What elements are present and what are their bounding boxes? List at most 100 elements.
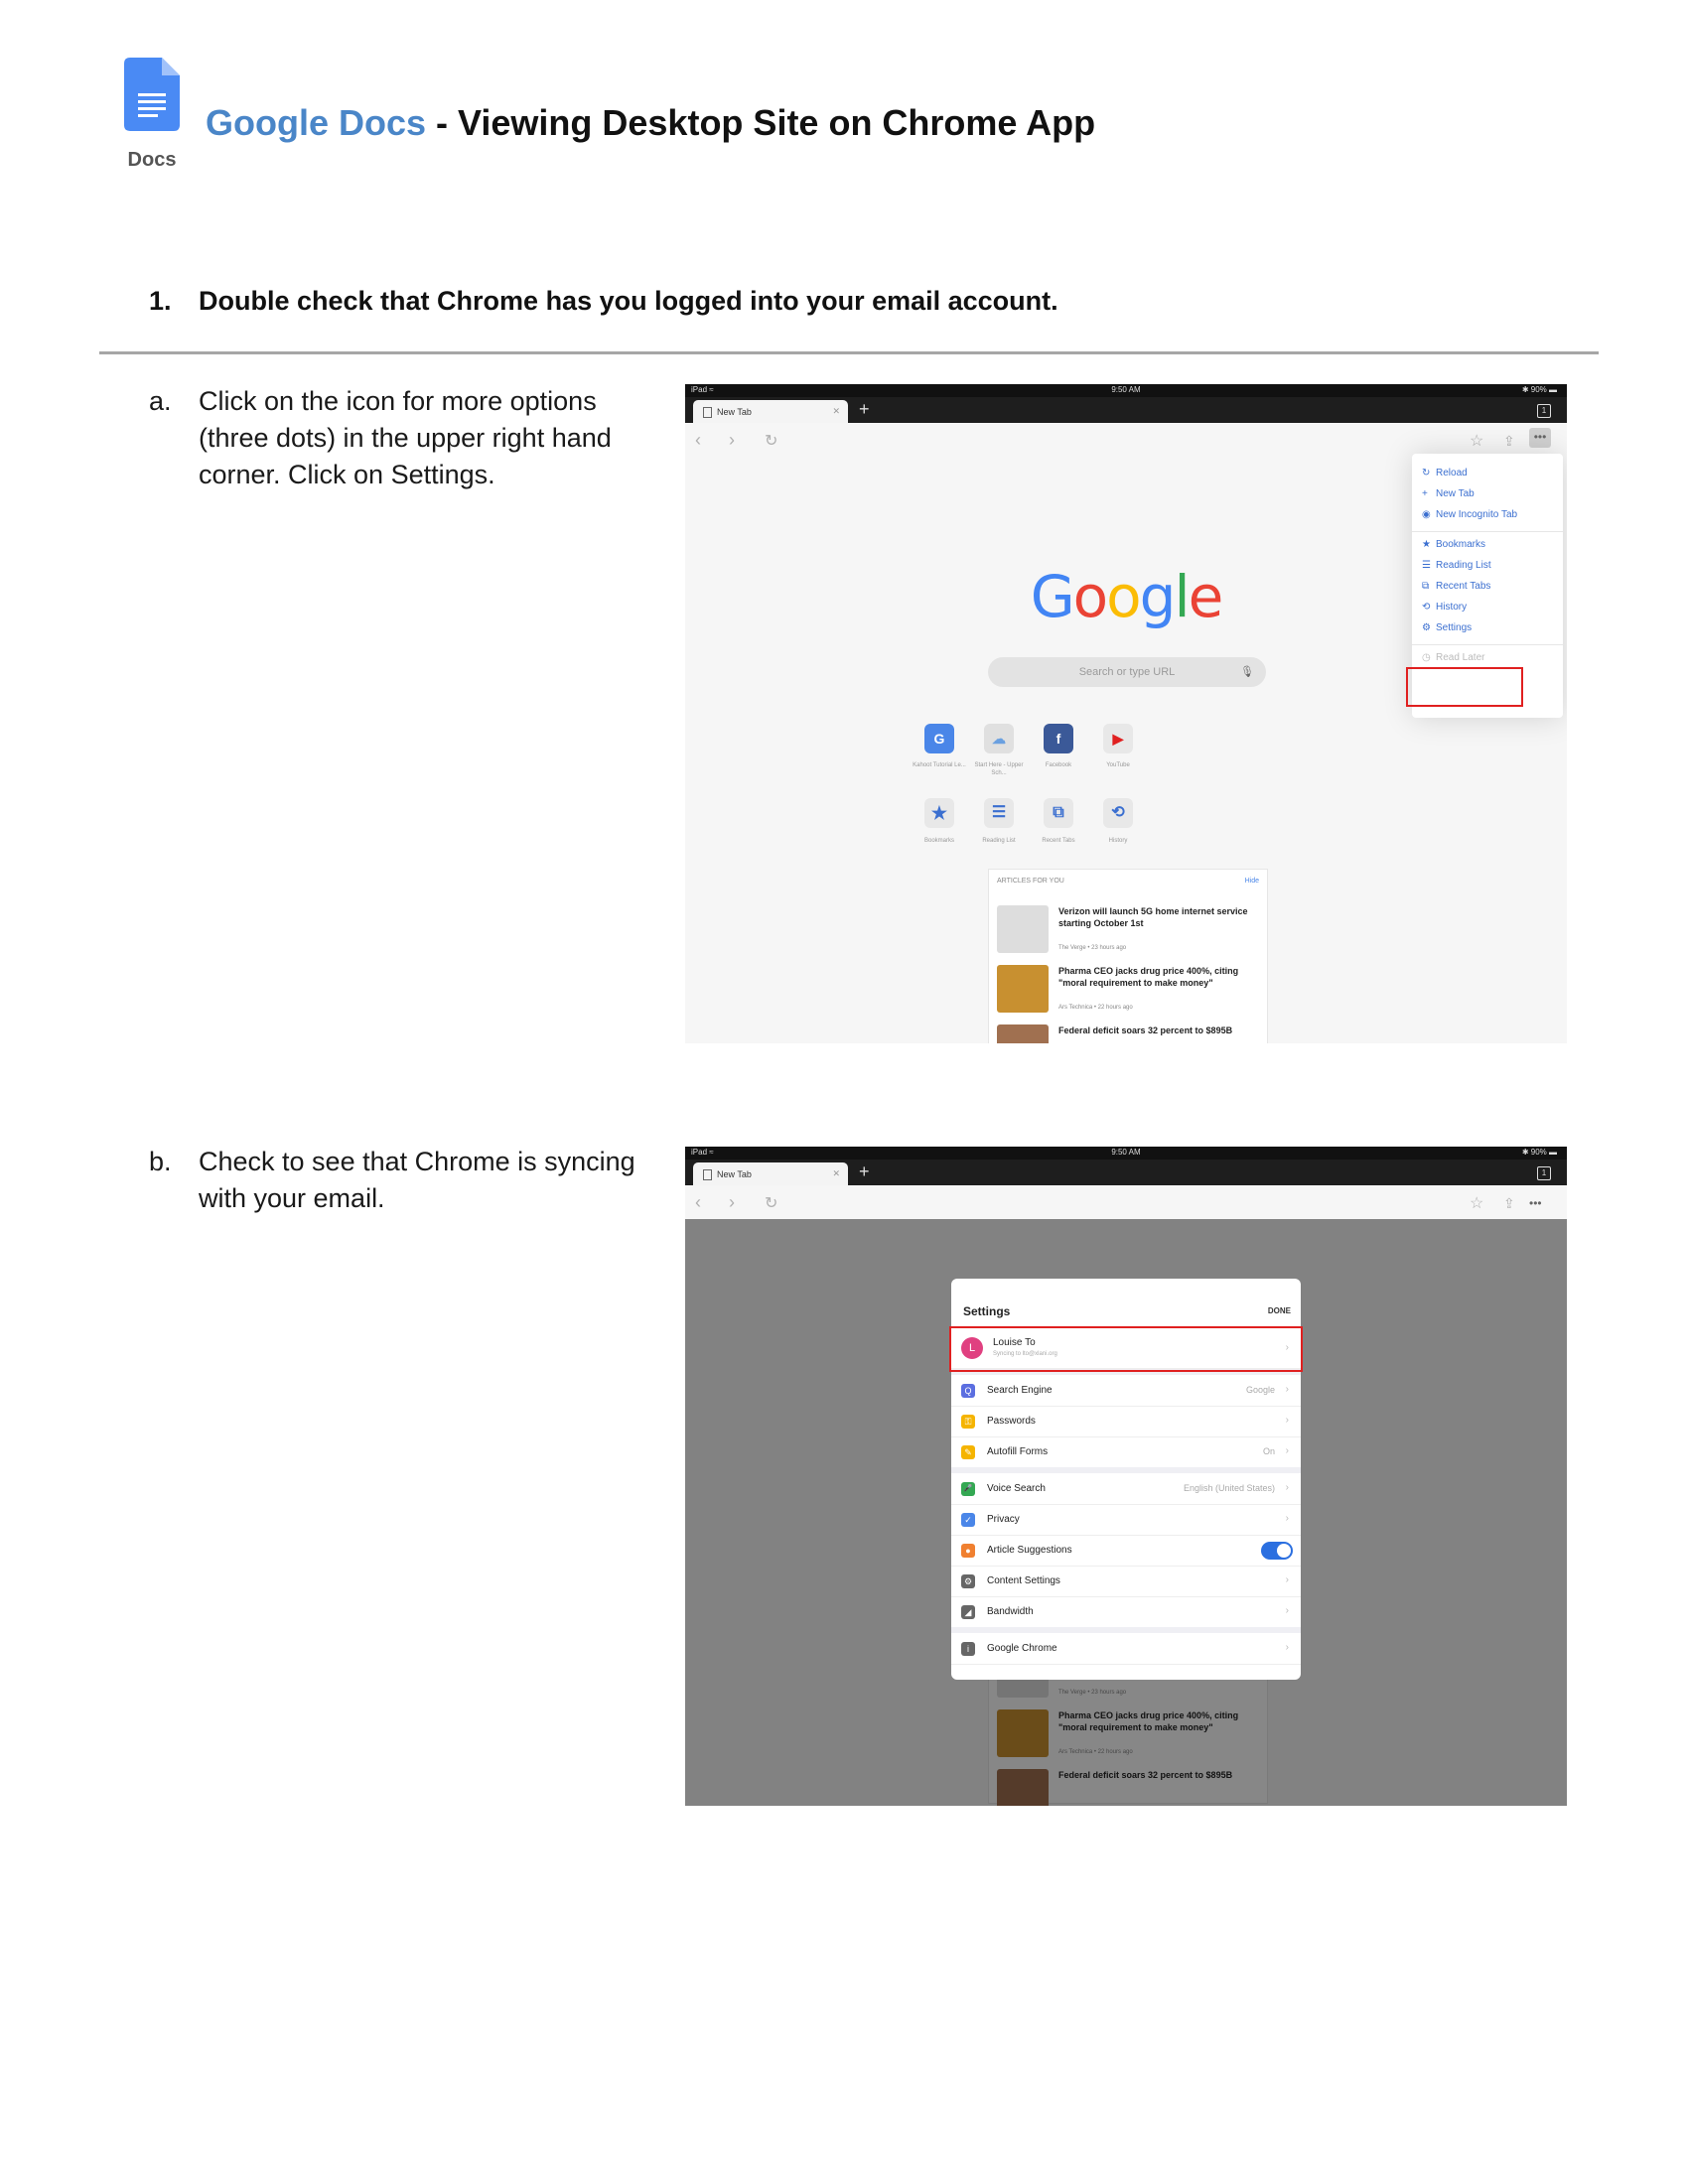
share-icon[interactable]: ⇪ [1503, 1195, 1515, 1212]
bookmarks-icon[interactable]: ★ [924, 798, 954, 828]
tab-title: New Tab [717, 407, 752, 417]
articles-hide-link[interactable]: Hide [1245, 878, 1259, 885]
toggle-knob [1277, 1544, 1291, 1558]
row-label: Autofill Forms [987, 1446, 1049, 1457]
menu-item-new-incognito-tab[interactable]: ◉ New Incognito Tab [1422, 509, 1517, 520]
tab-title: New Tab [717, 1169, 752, 1179]
list-icon: ☰ [1422, 560, 1431, 571]
reload-icon[interactable]: ↻ [765, 1193, 777, 1213]
more-options-icon[interactable]: ••• [1529, 428, 1551, 448]
reading-list-icon[interactable]: ☰ [984, 798, 1014, 828]
close-icon[interactable]: ✕ [832, 406, 840, 417]
menu-item-label: Bookmarks [1436, 539, 1486, 550]
shortcut-youtube-icon[interactable]: ▶ [1103, 724, 1133, 753]
star-icon[interactable]: ☆ [1470, 1193, 1483, 1213]
share-icon[interactable]: ⇪ [1503, 433, 1515, 450]
chevron-right-icon: › [1285, 1574, 1289, 1585]
google-logo-letter: o [1106, 563, 1141, 630]
google-logo-letter: G [1030, 563, 1075, 630]
chevron-right-icon: › [1285, 1445, 1289, 1456]
menu-item-label: New Incognito Tab [1436, 509, 1518, 520]
plus-icon: + [1422, 488, 1428, 499]
substep-b-text: Check to see that Chrome is syncing with… [199, 1147, 635, 1213]
menu-item-read-later[interactable]: ◷ Read Later [1422, 652, 1484, 663]
settings-row-passwords[interactable]: ⚿ Passwords › [951, 1406, 1301, 1437]
star-icon[interactable]: ☆ [1470, 431, 1483, 451]
shortcut-kahoot-icon[interactable]: G [924, 724, 954, 753]
docs-logo-label: Docs [127, 149, 177, 171]
chevron-right-icon: › [1285, 1384, 1289, 1395]
settings-title: Settings [963, 1304, 1011, 1318]
article-source: Ars Technica • 22 hours ago [1058, 1005, 1133, 1011]
reload-icon[interactable]: ↻ [765, 431, 777, 451]
menu-item-reading-list[interactable]: ☰ Reading List [1422, 560, 1491, 571]
chevron-right-icon: › [1285, 1513, 1289, 1524]
substep-a-label: a. [149, 386, 172, 416]
article-suggestions-toggle[interactable] [1261, 1542, 1293, 1560]
row-label: Voice Search [987, 1483, 1046, 1494]
step-1: 1. Double check that Chrome has you logge… [149, 286, 1058, 317]
shortcut-label: Kahoot Tutorial Le... [913, 762, 966, 768]
quick-link-label: Recent Tabs [1042, 838, 1075, 844]
menu-item-new-tab[interactable]: + New Tab [1422, 488, 1475, 499]
status-battery: ✱ 90% ▬ [1521, 1148, 1557, 1157]
row-value: English (United States) [1183, 1483, 1275, 1493]
article-title: Verizon will launch 5G home internet ser… [1058, 906, 1248, 928]
reload-icon: ↻ [1422, 468, 1431, 478]
done-button[interactable]: DONE [1268, 1306, 1291, 1315]
history-icon[interactable]: ⟲ [1103, 798, 1133, 828]
tab-new-tab[interactable]: New Tab ✕ [693, 400, 848, 423]
close-icon[interactable]: ✕ [832, 1168, 840, 1179]
screenshot-chrome-settings: iPad ≈ 9:50 AM ✱ 90% ▬ New Tab ✕ + 1 ‹ ›… [685, 1147, 1567, 1806]
menu-item-label: Reading List [1436, 560, 1491, 571]
devices-icon: ⧉ [1422, 581, 1430, 592]
tab-count-icon[interactable]: 1 [1537, 1166, 1551, 1180]
pencil-icon: ✎ [961, 1445, 975, 1459]
settings-row-article-suggestions[interactable]: ● Article Suggestions [951, 1535, 1301, 1567]
settings-row-google-chrome[interactable]: i Google Chrome › [951, 1633, 1301, 1665]
forward-icon[interactable]: › [729, 430, 735, 451]
article-thumbnail [997, 905, 1049, 953]
menu-item-reload[interactable]: ↻ Reload [1422, 468, 1468, 478]
menu-item-recent-tabs[interactable]: ⧉ Recent Tabs [1422, 581, 1490, 592]
status-bar: iPad ≈ 9:50 AM ✱ 90% ▬ [685, 1147, 1567, 1160]
settings-highlight-box [1406, 667, 1523, 707]
menu-item-label: History [1436, 602, 1468, 613]
row-label: Article Suggestions [987, 1545, 1072, 1556]
menu-item-bookmarks[interactable]: ★ Bookmarks [1422, 539, 1485, 550]
settings-row-search-engine[interactable]: Q Search Engine Google › [951, 1375, 1301, 1407]
shortcut-facebook-icon[interactable]: f [1044, 724, 1073, 753]
account-highlight-box [949, 1326, 1303, 1372]
settings-row-bandwidth[interactable]: ◢ Bandwidth › [951, 1596, 1301, 1628]
divider [99, 351, 1599, 354]
substep-a: a. Click on the icon for more options (t… [149, 383, 665, 502]
search-icon: Q [961, 1384, 975, 1398]
omnibox[interactable]: Search or type URL 🎙 [988, 657, 1266, 687]
tab-new-tab[interactable]: New Tab ✕ [693, 1162, 848, 1185]
menu-item-label: Read Later [1436, 652, 1485, 663]
settings-row-voice-search[interactable]: 🎤 Voice Search English (United States) › [951, 1473, 1301, 1505]
title-rest: - Viewing Desktop Site on Chrome App [426, 102, 1096, 143]
new-tab-plus-icon[interactable]: + [859, 1161, 870, 1182]
tab-count-icon[interactable]: 1 [1537, 404, 1551, 418]
row-label: Privacy [987, 1514, 1020, 1525]
forward-icon[interactable]: › [729, 1192, 735, 1213]
articles-card: ARTICLES FOR YOU Hide Verizon will launc… [988, 869, 1268, 1043]
settings-row-privacy[interactable]: ✓ Privacy › [951, 1504, 1301, 1536]
settings-row-autofill[interactable]: ✎ Autofill Forms On › [951, 1436, 1301, 1468]
substep-a-text: Click on the icon for more options (thre… [199, 386, 612, 489]
more-options-icon[interactable]: ••• [1529, 1196, 1542, 1210]
new-tab-plus-icon[interactable]: + [859, 399, 870, 420]
shortcut-start-here-icon[interactable]: ☁ [984, 724, 1014, 753]
mic-icon[interactable]: 🎙 [1240, 657, 1254, 687]
star-icon: ★ [1422, 539, 1431, 550]
recent-tabs-icon[interactable]: ⧉ [1044, 798, 1073, 828]
history-icon: ⟲ [1422, 602, 1431, 613]
menu-item-settings[interactable]: ⚙ Settings [1422, 622, 1472, 633]
back-icon[interactable]: ‹ [695, 430, 701, 451]
menu-item-history[interactable]: ⟲ History [1422, 602, 1467, 613]
back-icon[interactable]: ‹ [695, 1192, 701, 1213]
settings-row-content-settings[interactable]: ⚙ Content Settings › [951, 1566, 1301, 1597]
article-thumbnail [997, 1024, 1049, 1043]
omnibox-placeholder: Search or type URL [1078, 666, 1176, 678]
